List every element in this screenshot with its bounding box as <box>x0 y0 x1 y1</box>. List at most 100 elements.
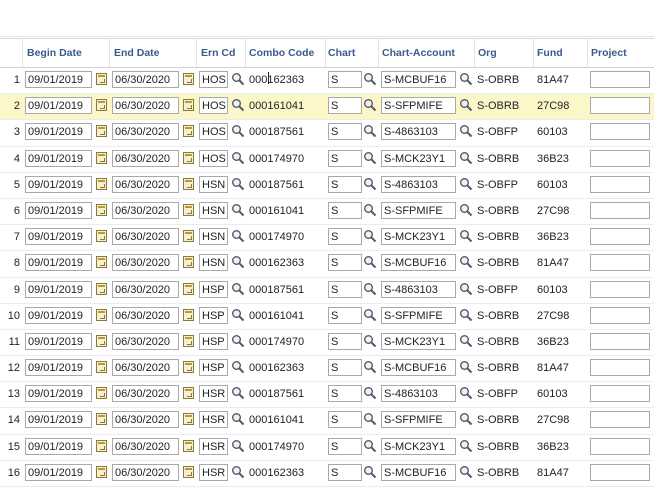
table-row[interactable]: 6 09/01/2019 06/30/2020 HSN 000161041 S S-SFPM… <box>0 199 654 226</box>
lookup-magnifier-icon[interactable] <box>363 203 377 217</box>
lookup-magnifier-icon[interactable] <box>231 72 245 86</box>
lookup-magnifier-icon[interactable] <box>231 334 245 348</box>
ern-cd-input[interactable]: HSR <box>199 463 228 481</box>
end-date-input[interactable]: 06/30/2020 <box>112 97 179 115</box>
project-input[interactable] <box>590 123 650 141</box>
chart-account-input[interactable]: S-SFPMIFE <box>381 97 456 115</box>
end-date-input[interactable]: 06/30/2020 <box>112 71 179 88</box>
ern-cd-input[interactable]: HSR <box>199 437 228 455</box>
chart-account-input[interactable]: S-SFPMIFE <box>381 306 456 324</box>
project-input[interactable] <box>590 385 650 403</box>
chart-account-input[interactable]: S-4863103 <box>381 123 456 141</box>
calendar-icon[interactable] <box>183 439 194 452</box>
calendar-icon[interactable] <box>96 125 107 138</box>
ern-cd-input[interactable]: HSN <box>199 175 228 193</box>
chart-account-input[interactable]: S-MCK23Y1 <box>381 149 456 167</box>
header-ern-cd[interactable]: Ern Cd <box>201 39 235 67</box>
end-date-input[interactable]: 06/30/2020 <box>112 385 179 403</box>
chart-input[interactable]: S <box>328 280 362 298</box>
begin-date-input[interactable]: 09/01/2019 <box>25 254 92 272</box>
ern-cd-input[interactable]: HOS <box>199 71 228 88</box>
table-row[interactable]: 9 09/01/2019 06/30/2020 HSP 000187561 S S-4863… <box>0 278 654 304</box>
begin-date-input[interactable]: 09/01/2019 <box>25 385 92 403</box>
lookup-magnifier-icon[interactable] <box>363 308 377 322</box>
calendar-icon[interactable] <box>96 334 107 347</box>
calendar-icon[interactable] <box>96 308 107 321</box>
end-date-input[interactable]: 06/30/2020 <box>112 306 179 324</box>
chart-input[interactable]: S <box>328 306 362 324</box>
end-date-input[interactable]: 06/30/2020 <box>112 228 179 246</box>
chart-account-input[interactable]: S-MCK23Y1 <box>381 437 456 455</box>
chart-input[interactable]: S <box>328 71 362 88</box>
calendar-icon[interactable] <box>183 203 194 216</box>
header-chart-account[interactable]: Chart-Account <box>382 39 455 67</box>
table-row[interactable]: 15 09/01/2019 06/30/2020 HSR 000174970 S S-MCK… <box>0 435 654 461</box>
calendar-icon[interactable] <box>96 282 107 295</box>
lookup-magnifier-icon[interactable] <box>459 124 473 138</box>
chart-input[interactable]: S <box>328 97 362 115</box>
table-row[interactable]: 16 09/01/2019 06/30/2020 HSR 000162363 S S-MCB… <box>0 461 654 487</box>
chart-account-input[interactable]: S-MCBUF16 <box>381 463 456 481</box>
table-row[interactable]: 1 09/01/2019 06/30/2020 HOS 000162363 S S-MCBU… <box>0 68 654 95</box>
project-input[interactable] <box>590 149 650 167</box>
calendar-icon[interactable] <box>96 256 107 269</box>
ern-cd-input[interactable]: HSP <box>199 332 228 350</box>
end-date-input[interactable]: 06/30/2020 <box>112 359 179 377</box>
lookup-magnifier-icon[interactable] <box>459 255 473 269</box>
calendar-icon[interactable] <box>183 387 194 400</box>
lookup-magnifier-icon[interactable] <box>231 308 245 322</box>
ern-cd-input[interactable]: HSN <box>199 201 228 219</box>
end-date-input[interactable]: 06/30/2020 <box>112 254 179 272</box>
chart-account-input[interactable]: S-MCBUF16 <box>381 71 456 88</box>
ern-cd-input[interactable]: HOS <box>199 149 228 167</box>
calendar-icon[interactable] <box>96 387 107 400</box>
ern-cd-input[interactable]: HSP <box>199 359 228 377</box>
end-date-input[interactable]: 06/30/2020 <box>112 123 179 141</box>
header-begin-date[interactable]: Begin Date <box>27 39 82 67</box>
begin-date-input[interactable]: 09/01/2019 <box>25 123 92 141</box>
chart-account-input[interactable]: S-MCK23Y1 <box>381 228 456 246</box>
lookup-magnifier-icon[interactable] <box>459 177 473 191</box>
lookup-magnifier-icon[interactable] <box>231 255 245 269</box>
chart-account-input[interactable]: S-MCK23Y1 <box>381 332 456 350</box>
calendar-icon[interactable] <box>183 465 194 478</box>
chart-input[interactable]: S <box>328 332 362 350</box>
ern-cd-input[interactable]: HSP <box>199 306 228 324</box>
calendar-icon[interactable] <box>183 73 194 85</box>
lookup-magnifier-icon[interactable] <box>231 465 245 479</box>
calendar-icon[interactable] <box>183 334 194 347</box>
header-combo-code[interactable]: Combo Code <box>249 39 314 67</box>
chart-account-input[interactable]: S-MCBUF16 <box>381 254 456 272</box>
ern-cd-input[interactable]: HSN <box>199 254 228 272</box>
lookup-magnifier-icon[interactable] <box>231 412 245 426</box>
calendar-icon[interactable] <box>96 99 107 112</box>
lookup-magnifier-icon[interactable] <box>459 72 473 86</box>
project-input[interactable] <box>590 411 650 429</box>
chart-input[interactable]: S <box>328 437 362 455</box>
chart-input[interactable]: S <box>328 201 362 219</box>
calendar-icon[interactable] <box>183 413 194 426</box>
lookup-magnifier-icon[interactable] <box>231 360 245 374</box>
end-date-input[interactable]: 06/30/2020 <box>112 175 179 193</box>
lookup-magnifier-icon[interactable] <box>231 124 245 138</box>
end-date-input[interactable]: 06/30/2020 <box>112 437 179 455</box>
calendar-icon[interactable] <box>183 99 194 112</box>
ern-cd-input[interactable]: HSR <box>199 385 228 403</box>
table-row[interactable]: 14 09/01/2019 06/30/2020 HSR 000161041 S S-SFP… <box>0 408 654 435</box>
lookup-magnifier-icon[interactable] <box>363 72 377 86</box>
project-input[interactable] <box>590 359 650 377</box>
calendar-icon[interactable] <box>183 361 194 374</box>
lookup-magnifier-icon[interactable] <box>459 386 473 400</box>
calendar-icon[interactable] <box>96 230 107 243</box>
lookup-magnifier-icon[interactable] <box>459 439 473 453</box>
lookup-magnifier-icon[interactable] <box>363 439 377 453</box>
begin-date-input[interactable]: 09/01/2019 <box>25 97 92 115</box>
table-row[interactable]: 2 09/01/2019 06/30/2020 HOS 000161041 S S-SFPM… <box>0 94 654 121</box>
lookup-magnifier-icon[interactable] <box>459 282 473 296</box>
lookup-magnifier-icon[interactable] <box>231 282 245 296</box>
project-input[interactable] <box>590 201 650 219</box>
lookup-magnifier-icon[interactable] <box>363 229 377 243</box>
begin-date-input[interactable]: 09/01/2019 <box>25 359 92 377</box>
begin-date-input[interactable]: 09/01/2019 <box>25 437 92 455</box>
chart-input[interactable]: S <box>328 175 362 193</box>
